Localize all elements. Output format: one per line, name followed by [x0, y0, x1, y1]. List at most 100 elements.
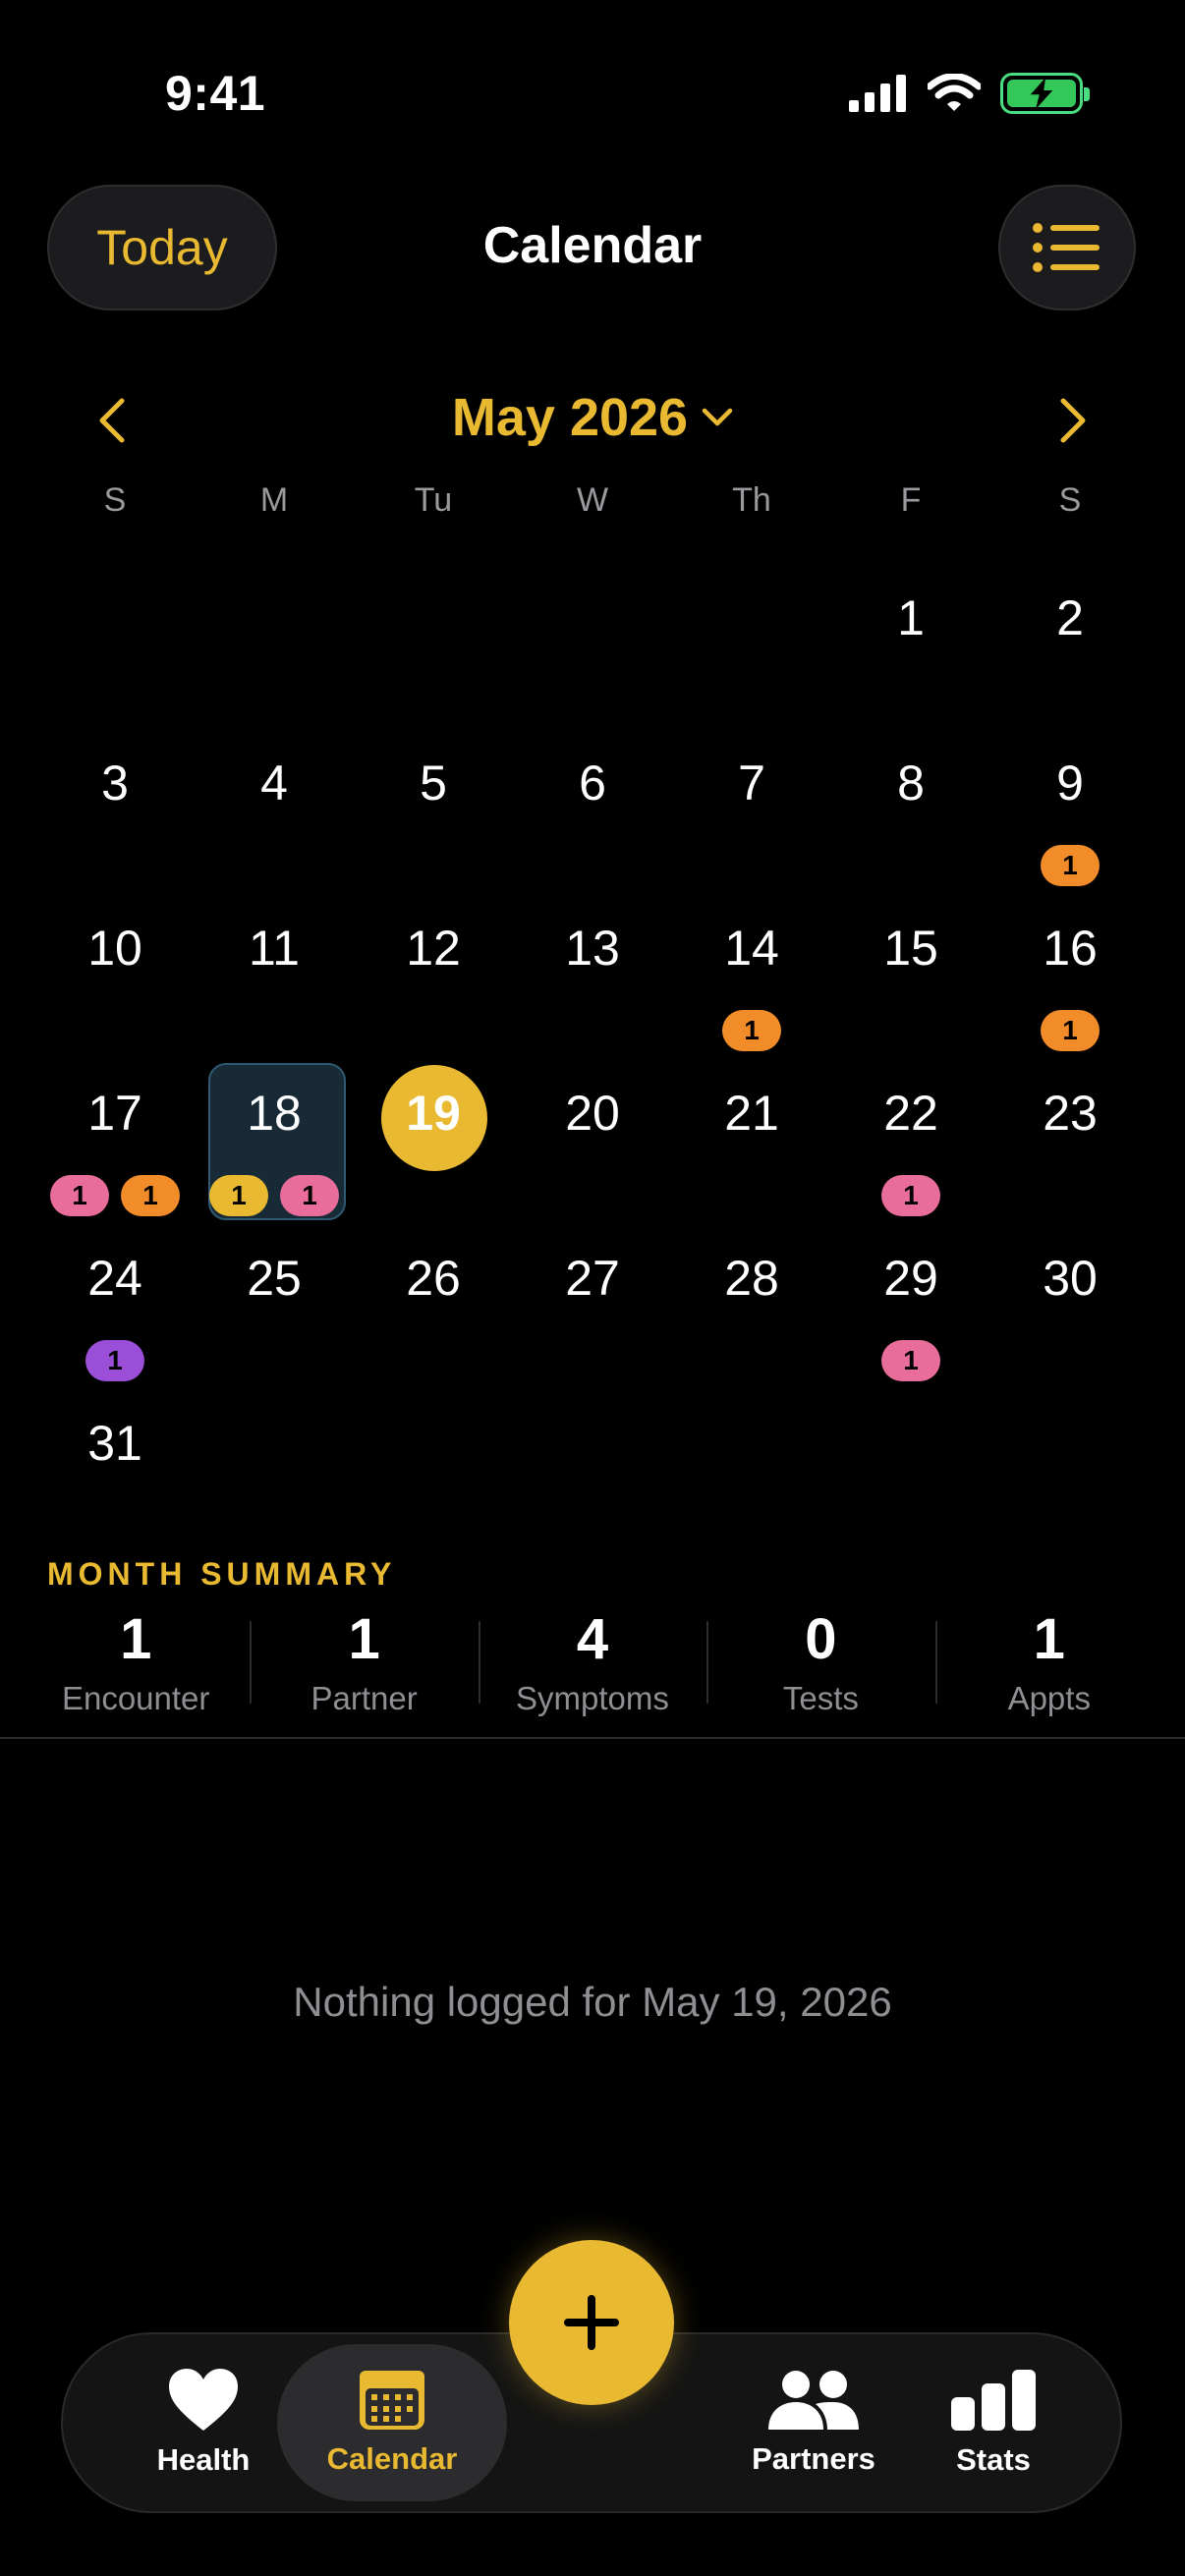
tab-label: Partners — [752, 2441, 875, 2476]
calendar-week: 24 1 25 26 27 28 29 1 30 — [35, 1204, 1150, 1381]
calendar-week: 10 11 12 13 14 1 15 16 1 — [35, 874, 1150, 1051]
calendar-day-2[interactable]: 2 — [990, 544, 1150, 709]
day-number: 20 — [565, 1086, 620, 1141]
calendar-empty-cell — [672, 544, 831, 709]
month-navigation: May 2026 — [0, 383, 1185, 462]
day-number: 3 — [101, 756, 129, 811]
day-number: 17 — [87, 1086, 142, 1141]
status-bar: 9:41 — [0, 0, 1185, 187]
calendar-day-6[interactable]: 6 — [513, 709, 672, 874]
tab-partners[interactable]: Partners — [715, 2344, 912, 2501]
calendar-day-18[interactable]: 18 1 1 — [195, 1039, 354, 1220]
day-number: 21 — [724, 1086, 779, 1141]
calendar-day-28[interactable]: 28 — [672, 1204, 831, 1370]
weekday-label: S — [1058, 481, 1082, 519]
bar-chart-icon — [951, 2370, 1036, 2431]
tab-health[interactable]: Health — [110, 2344, 297, 2501]
day-number: 22 — [883, 1086, 938, 1141]
calendar-day-11[interactable]: 11 — [195, 874, 354, 1039]
day-number: 8 — [897, 756, 925, 811]
tab-label: Calendar — [326, 2441, 458, 2476]
calendar-empty-cell — [672, 1370, 831, 1535]
calendar-day-23[interactable]: 23 — [990, 1039, 1150, 1204]
stat-label: Symptoms — [516, 1680, 669, 1716]
calendar-day-7[interactable]: 7 — [672, 709, 831, 874]
calendar-week: 3 4 5 6 7 8 91 — [35, 709, 1150, 886]
calendar-empty-cell — [513, 1370, 672, 1535]
calendar-day-25[interactable]: 25 — [195, 1204, 354, 1370]
calendar-empty-cell — [354, 1370, 513, 1535]
calendar-day-8[interactable]: 8 — [831, 709, 990, 874]
weekday-label: Tu — [414, 481, 453, 519]
next-month-button[interactable] — [1049, 391, 1099, 450]
calendar-day-9[interactable]: 91 — [990, 709, 1150, 886]
weekday-header: S M Tu W Th F S — [35, 481, 1150, 520]
add-entry-button[interactable] — [509, 2240, 674, 2405]
calendar-day-30[interactable]: 30 — [990, 1204, 1150, 1370]
day-number: 14 — [724, 921, 779, 976]
calendar-day-10[interactable]: 10 — [35, 874, 195, 1039]
calendar-day-5[interactable]: 5 — [354, 709, 513, 874]
day-number: 1 — [897, 590, 925, 645]
calendar-day-19[interactable]: 19 — [354, 1039, 513, 1204]
calendar-day-12[interactable]: 12 — [354, 874, 513, 1039]
month-picker-button[interactable]: May 2026 — [0, 387, 1185, 448]
calendar-empty-cell — [831, 1370, 990, 1535]
calendar-day-20[interactable]: 20 — [513, 1039, 672, 1204]
stat-value: 4 — [576, 1607, 609, 1671]
calendar-grid: 1 2 3 4 5 6 7 8 9 1 10 11 12 13 14 1 15 16 1 17 1 1 18 1 1 19 20 21… — [35, 544, 1150, 1535]
stat-label: Tests — [782, 1680, 859, 1716]
stat-appts: 1 Appts — [934, 1607, 1163, 1717]
day-number: 4 — [260, 756, 288, 811]
calendar-day-21[interactable]: 21 — [672, 1039, 831, 1204]
calendar-day-3[interactable]: 3 — [35, 709, 195, 874]
stat-value: 1 — [348, 1607, 380, 1671]
tab-stats[interactable]: Stats — [920, 2344, 1067, 2501]
day-number: 11 — [249, 921, 300, 976]
day-number: 18 — [247, 1086, 302, 1141]
calendar-day-14[interactable]: 14 1 — [672, 874, 831, 1051]
stat-value: 1 — [1033, 1607, 1065, 1671]
month-summary: 1 Encounter 1 Partner 4 Symptoms 0 Tests… — [22, 1607, 1163, 1717]
chevron-down-icon — [702, 408, 733, 426]
calendar-day-22[interactable]: 22 1 — [831, 1039, 990, 1216]
day-number: 10 — [87, 921, 142, 976]
list-icon — [1033, 223, 1100, 272]
stat-value: 1 — [120, 1607, 152, 1671]
calendar-day-27[interactable]: 27 — [513, 1204, 672, 1370]
day-number: 19 — [406, 1086, 461, 1141]
calendar-day-4[interactable]: 4 — [195, 709, 354, 874]
calendar-day-31[interactable]: 31 — [35, 1370, 195, 1535]
calendar-day-29[interactable]: 29 1 — [831, 1204, 990, 1381]
stat-symptoms: 4 Symptoms — [478, 1607, 706, 1717]
day-number: 24 — [87, 1251, 142, 1306]
calendar-empty-cell — [195, 544, 354, 709]
calendar-day-17[interactable]: 17 1 1 — [35, 1039, 195, 1216]
tab-label: Stats — [956, 2442, 1031, 2477]
weekday-label: M — [259, 481, 289, 519]
calendar-week: 31 — [35, 1370, 1150, 1535]
tab-calendar[interactable]: Calendar — [277, 2344, 507, 2501]
day-number: 2 — [1056, 590, 1084, 645]
day-number: 9 — [1056, 756, 1084, 811]
tab-label: Health — [156, 2442, 251, 2477]
calendar-day-16[interactable]: 16 1 — [990, 874, 1150, 1051]
day-number: 5 — [420, 756, 447, 811]
list-menu-button[interactable] — [998, 185, 1136, 310]
day-number: 13 — [565, 921, 620, 976]
cellular-signal-icon — [849, 75, 906, 112]
day-number: 6 — [579, 756, 606, 811]
calendar-day-13[interactable]: 13 — [513, 874, 672, 1039]
calendar-day-24[interactable]: 24 1 — [35, 1204, 195, 1381]
month-title: May 2026 — [451, 388, 689, 447]
calendar-day-15[interactable]: 15 — [831, 874, 990, 1039]
stat-label: Partner — [310, 1680, 418, 1716]
plus-icon — [564, 2295, 619, 2350]
calendar-day-1[interactable]: 1 — [831, 544, 990, 709]
stat-value: 0 — [805, 1607, 837, 1671]
calendar-day-26[interactable]: 26 — [354, 1204, 513, 1370]
day-number: 26 — [406, 1251, 461, 1306]
calendar-empty-cell — [195, 1370, 354, 1535]
status-icons — [849, 73, 1090, 114]
stat-encounter: 1 Encounter — [22, 1607, 250, 1717]
